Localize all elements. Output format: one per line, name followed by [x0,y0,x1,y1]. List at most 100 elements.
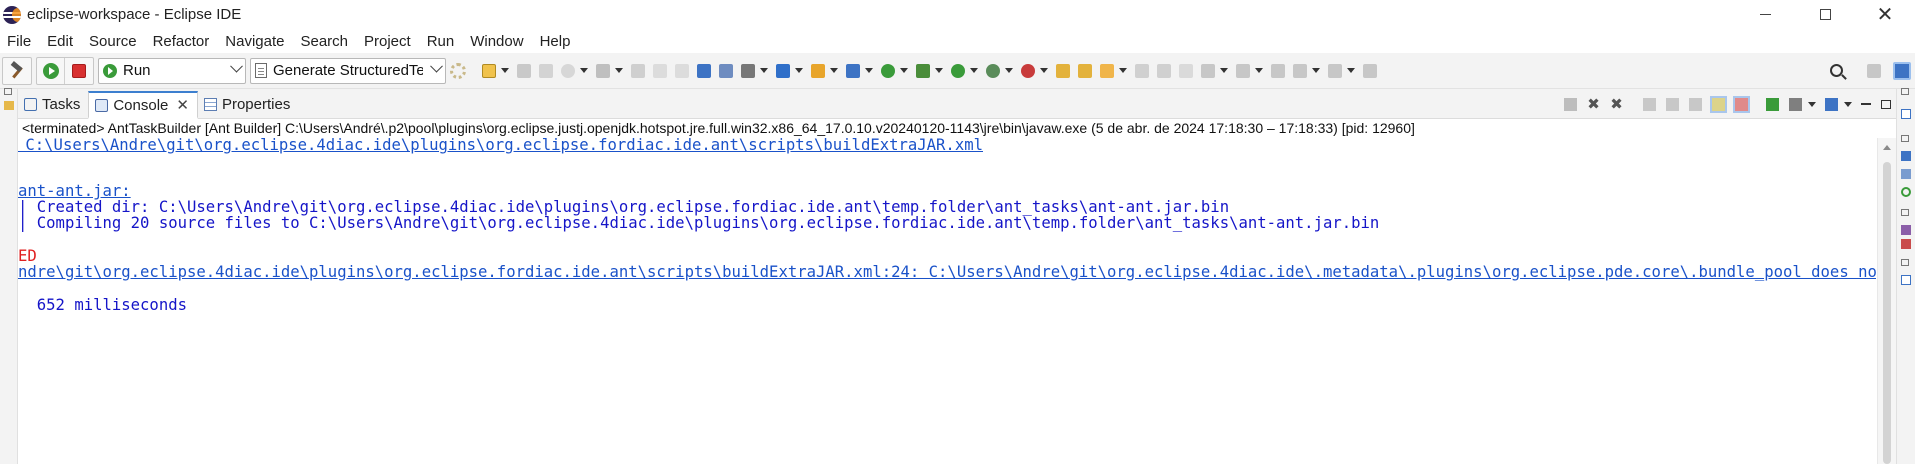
dropdown-arrow-icon[interactable] [501,68,509,73]
scrollbar-thumb[interactable] [1883,162,1891,464]
new-package-icon[interactable] [811,63,825,78]
target-icon[interactable] [1901,187,1911,197]
menu-window[interactable]: Window [463,33,532,50]
close-button[interactable]: ✕ [1855,0,1915,29]
dropdown-arrow-icon[interactable] [830,68,838,73]
search-object-icon[interactable] [719,63,733,78]
stop-button[interactable] [65,58,93,84]
undo-icon[interactable] [653,63,667,78]
dropdown-arrow-icon[interactable] [1844,101,1852,107]
open-perspective-icon[interactable] [1867,63,1881,78]
scroll-lock-icon[interactable] [1666,97,1679,111]
menu-navigate[interactable]: Navigate [218,33,293,50]
back-icon[interactable] [1293,63,1307,78]
menu-search[interactable]: Search [293,33,357,50]
java-perspective-icon[interactable] [1893,61,1911,80]
remove-launch-icon[interactable]: ✖ [1587,97,1600,112]
open-type-icon[interactable] [1056,63,1070,78]
skip-breakpoints-icon[interactable] [561,63,575,78]
save-all-icon[interactable] [539,63,553,78]
camera-icon[interactable] [741,63,755,78]
menu-edit[interactable]: Edit [40,33,82,50]
menu-run[interactable]: Run [420,33,464,50]
dropdown-arrow-icon[interactable] [1808,101,1816,107]
show-on-stderr-icon[interactable] [1733,95,1750,113]
type-hierarchy-icon[interactable] [1901,225,1911,235]
binary-icon[interactable] [631,63,645,78]
new-icon[interactable] [482,63,496,78]
tab-console[interactable]: Console ✕ [88,91,198,119]
minimize-view-icon[interactable] [1861,103,1871,105]
debug-icon[interactable] [916,63,930,78]
next-annotation-icon[interactable] [1201,63,1215,78]
hierarchy-icon[interactable] [1901,151,1911,161]
menu-file[interactable]: File [0,33,40,50]
tab-tasks[interactable]: Tasks [18,90,88,118]
coverage-icon[interactable] [986,63,1000,78]
tools-icon[interactable] [596,63,610,78]
launch-mode-select[interactable]: Run [98,57,246,84]
restore-icon[interactable] [1901,259,1909,266]
dropdown-arrow-icon[interactable] [935,68,943,73]
dropdown-arrow-icon[interactable] [760,68,768,73]
restore-icon[interactable] [4,88,12,95]
console-line-buildfile[interactable]: C:\Users\Andre\git\org.eclipse.4diac.ide… [18,138,983,155]
scroll-up-arrow-icon[interactable] [1883,145,1891,150]
properties-icon[interactable] [1901,169,1911,179]
launch-config-gear-icon[interactable] [450,62,466,79]
package-icon[interactable] [776,63,790,78]
redo-icon[interactable] [675,63,689,78]
dropdown-arrow-icon[interactable] [1040,68,1048,73]
last-edit-location-icon[interactable] [1271,63,1285,78]
clear-console-icon[interactable] [1643,97,1656,111]
restore-icon[interactable] [1901,209,1909,216]
refresh-icon[interactable] [881,63,895,78]
menu-refactor[interactable]: Refactor [146,33,219,50]
outline-icon[interactable] [1901,109,1911,119]
show-whitespace-icon[interactable] [1179,63,1193,78]
package-explorer-icon[interactable] [4,101,14,110]
tab-properties[interactable]: Properties [198,90,298,118]
menu-source[interactable]: Source [82,33,146,50]
block-selection-icon[interactable] [1157,63,1171,78]
dropdown-arrow-icon[interactable] [1347,68,1355,73]
console-vertical-scrollbar[interactable] [1877,138,1896,464]
terminal-icon[interactable] [697,63,711,78]
minimized-view-icon[interactable] [1901,275,1911,285]
terminate-icon[interactable] [1564,97,1577,111]
pin-console-icon[interactable] [1766,97,1779,111]
dropdown-arrow-icon[interactable] [1005,68,1013,73]
dropdown-arrow-icon[interactable] [1255,68,1263,73]
launch-target-select[interactable]: Generate StructuredText Lar [250,57,446,84]
previous-annotation-icon[interactable] [1236,63,1250,78]
word-wrap-icon[interactable] [1689,97,1702,111]
dropdown-arrow-icon[interactable] [1220,68,1228,73]
close-tab-icon[interactable]: ✕ [176,96,189,114]
menu-project[interactable]: Project [357,33,420,50]
open-task-icon[interactable] [1100,63,1114,78]
dropdown-arrow-icon[interactable] [615,68,623,73]
toggle-mark-occurrences-icon[interactable] [1135,63,1149,78]
dropdown-arrow-icon[interactable] [1312,68,1320,73]
dropdown-arrow-icon[interactable] [865,68,873,73]
save-icon[interactable] [517,63,531,78]
restore-icon[interactable] [1901,135,1909,142]
show-on-stdout-icon[interactable] [1710,95,1727,113]
remove-all-launches-icon[interactable]: ✖ [1610,97,1623,112]
open-console-icon[interactable] [1825,97,1838,111]
run-icon[interactable] [951,63,965,78]
launch-button[interactable] [37,57,65,84]
dropdown-arrow-icon[interactable] [580,68,588,73]
display-console-icon[interactable] [1789,97,1802,111]
maximize-view-icon[interactable] [1881,99,1891,109]
dropdown-arrow-icon[interactable] [900,68,908,73]
dropdown-arrow-icon[interactable] [795,68,803,73]
dropdown-arrow-icon[interactable] [1119,68,1127,73]
dropdown-arrow-icon[interactable] [970,68,978,73]
new-class-icon[interactable] [846,63,860,78]
search-icon[interactable] [1830,64,1843,77]
maximize-button[interactable] [1795,0,1855,29]
console-output[interactable]: C:\Users\Andre\git\org.eclipse.4diac.ide… [18,138,1876,464]
console-line-error-link[interactable]: ndre\git\org.eclipse.4diac.ide\plugins\o… [18,262,1876,282]
forward-icon[interactable] [1328,63,1342,78]
